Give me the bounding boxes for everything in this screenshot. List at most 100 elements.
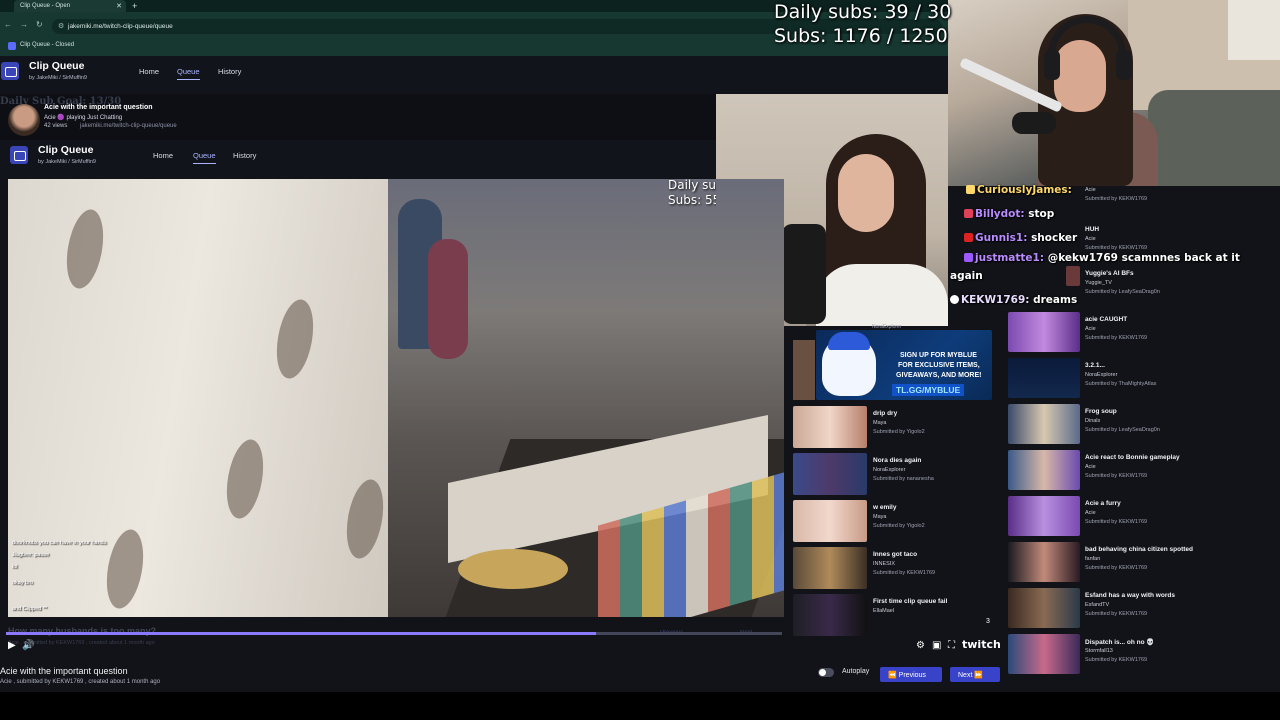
- queue-item-submitter: Submitted by KEKW1769: [1085, 611, 1148, 617]
- ad-line-3: GIVEAWAYS, AND MORE!: [896, 372, 982, 379]
- daily-subs: Daily subs: 39 / 30: [774, 1, 952, 23]
- queue-thumbnail: [1008, 404, 1080, 444]
- autoplay-toggle[interactable]: [818, 668, 834, 677]
- letterbox-strip: [0, 692, 1280, 720]
- inner-app-authors: by JakeMiki / SirMuffin9: [38, 159, 96, 165]
- clip-video-player[interactable]: [8, 179, 784, 617]
- inner-chat-line: lol: [12, 564, 18, 570]
- queue-item-title: 3.2.1...: [1085, 362, 1105, 369]
- previous-button[interactable]: ⏪ Previous: [880, 667, 942, 682]
- queue-item-channel: Stormfall13: [1085, 648, 1113, 654]
- inner-queue-item[interactable]: First time clip queue fail EllaMael: [793, 594, 993, 640]
- autoplay-label: Autoplay: [842, 668, 870, 675]
- volume-icon[interactable]: 🔊: [22, 640, 34, 651]
- clip-icon[interactable]: ▣: [932, 640, 941, 651]
- fullscreen-icon[interactable]: ⛶: [948, 640, 955, 651]
- queue-item-channel: Maya: [873, 420, 887, 426]
- chat-badge-icon: [964, 209, 973, 218]
- inner-queue-item[interactable]: w emily Maya Submitted by Yigolo2: [793, 500, 993, 546]
- chat-username: justmatte1:: [975, 252, 1045, 264]
- queue-item-channel: Acie: [1085, 236, 1096, 242]
- inner-chat-line: and Clipped **: [12, 606, 48, 612]
- queue-item-title: Innes got taco: [873, 551, 918, 558]
- settings-icon[interactable]: ⚙: [916, 640, 925, 651]
- inner-queue-item[interactable]: Nora dies again NoraExplorer Submitted b…: [793, 453, 993, 499]
- inner-nav-history: History: [233, 151, 257, 160]
- queue-item[interactable]: Frog soup Dinals Submitted by LeafySeaDr…: [1008, 404, 1278, 446]
- back-icon[interactable]: ←: [4, 20, 12, 29]
- next-button[interactable]: Next ⏩: [950, 667, 1000, 682]
- total-subs: Subs: 1176 / 1250: [774, 25, 948, 47]
- queue-item[interactable]: Esfand has a way with words EsfandTV Sub…: [1008, 588, 1278, 630]
- close-icon[interactable]: ✕: [116, 2, 122, 10]
- inner-chat-line: Jiagbee: pause: [12, 552, 50, 558]
- nav-history[interactable]: History: [218, 67, 241, 76]
- queue-item[interactable]: Acie react to Bonnie gameplay Acie Submi…: [1008, 450, 1278, 492]
- queue-item-title: Acie a furry: [1085, 500, 1121, 507]
- queue-item-submitter: Submitted by KEKW1769: [1085, 335, 1148, 341]
- queue-item-channel: fanfan: [1085, 556, 1101, 562]
- browser-tab-clip-queue[interactable]: Clip Queue - Open ✕: [14, 0, 126, 12]
- nav-home[interactable]: Home: [139, 67, 159, 76]
- chat-badge-icon: [964, 253, 973, 262]
- subs-overlay: Daily subs: 39 / 30 Subs: 1176 / 1250: [774, 0, 951, 48]
- queue-thumbnail: [1008, 358, 1080, 398]
- queue-item-channel: NoraExplorer: [873, 467, 906, 473]
- queue-item[interactable]: acie CAUGHT Acie Submitted by KEKW1769: [1008, 312, 1278, 354]
- chat-message: Billydot: stop: [964, 208, 1054, 220]
- queue-thumbnail: [793, 594, 867, 636]
- new-tab-button[interactable]: +: [132, 1, 137, 11]
- queue-item-submitter: Submitted by KEKW1769: [1085, 565, 1148, 571]
- chat-badge-icon: [966, 185, 975, 194]
- ad-line-2: FOR EXCLUSIVE ITEMS,: [898, 362, 980, 369]
- chat-text: shocker: [1031, 232, 1078, 244]
- inner-stream-category[interactable]: Acie 🟣 playing Just Chatting: [44, 114, 122, 121]
- queue-item[interactable]: Acie a furry Acie Submitted by KEKW1769: [1008, 496, 1278, 538]
- site-info-icon[interactable]: ⚙: [58, 22, 64, 30]
- chat-text: @kekw1769 scamnnes back at it: [1047, 252, 1240, 264]
- queue-item-submitter: Submitted by LeafySeaDrag0n: [1085, 427, 1160, 433]
- queue-item-submitter: Submitted by ThaMightyAtlas: [1085, 381, 1157, 387]
- queue-item-submitter: Submitted by KEKW1769: [1085, 473, 1148, 479]
- queue-thumbnail: [793, 453, 867, 495]
- queue-thumbnail: [1066, 266, 1080, 286]
- nav-queue[interactable]: Queue: [177, 67, 200, 80]
- queue-item-submitter: Submitted by KEKW1769: [1085, 245, 1148, 251]
- forward-icon[interactable]: →: [20, 20, 28, 29]
- queue-item-submitter: Submitted by KEKW1769: [1085, 657, 1148, 663]
- twitch-logo[interactable]: twitch: [962, 638, 1001, 651]
- queue-item-channel: Acie: [1085, 464, 1096, 470]
- chat-message-continuation: again: [950, 270, 983, 282]
- reload-icon[interactable]: ↻: [36, 20, 43, 29]
- next-label: Next: [958, 672, 973, 679]
- queue-item-channel: INNESIX: [873, 561, 896, 567]
- queue-item-title: Frog soup: [1085, 408, 1117, 415]
- chat-username: CuriouslyJames:: [977, 184, 1072, 196]
- bookmark-favicon-icon: [8, 42, 16, 50]
- play-icon[interactable]: ▶: [8, 640, 16, 651]
- app-authors: by JakeMiki / SirMuffin9: [29, 75, 87, 81]
- queue-item-channel: NoraExplorer: [1085, 372, 1118, 378]
- inner-chat-line: doorknobs you can have in your hands: [12, 540, 107, 546]
- inner-clip-queue-logo-icon: [10, 146, 28, 164]
- queue-thumbnail: [1008, 450, 1080, 490]
- queue-item[interactable]: Dispatch is... oh no 💀 Stormfall13 Submi…: [1008, 634, 1278, 676]
- queue-item[interactable]: 3.2.1... NoraExplorer Submitted by ThaMi…: [1008, 358, 1278, 400]
- inner-queue-item[interactable]: Innes got taco INNESIX Submitted by KEKW…: [793, 547, 993, 593]
- queue-item[interactable]: bad behaving china citizen spotted fanfa…: [1008, 542, 1278, 584]
- queue-item-channel: Acie: [1085, 187, 1096, 193]
- inner-queue-item[interactable]: drip dry Maya Submitted by Yigolo2: [793, 406, 993, 452]
- queue-item-channel: Yuggie_TV: [1085, 280, 1112, 286]
- queue-item-title: First time clip queue fail: [873, 598, 948, 605]
- queue-item-submitter: Submitted by KEKW1769: [1085, 519, 1148, 525]
- queue-item-channel: Acie: [1085, 326, 1096, 332]
- streamer-avatar[interactable]: [8, 104, 40, 136]
- inner-app-header: [0, 140, 716, 178]
- clip-queue-logo-icon[interactable]: [1, 62, 19, 80]
- ad-line-1: SIGN UP FOR MYBLUE: [900, 352, 977, 359]
- queue-thumbnail: [793, 406, 867, 448]
- bookmark-clip-queue[interactable]: Clip Queue - Closed: [20, 42, 74, 48]
- queue-item-channel: EsfandTV: [1085, 602, 1110, 608]
- fast-forward-icon: ⏩: [972, 672, 984, 679]
- queue-item-title: drip dry: [873, 410, 898, 417]
